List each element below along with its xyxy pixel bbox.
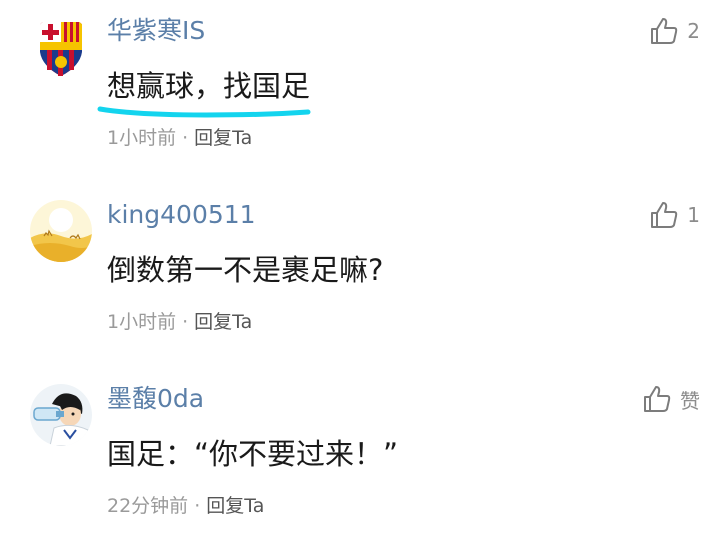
like-button[interactable]: 2 xyxy=(649,14,700,48)
fc-barcelona-crest-icon xyxy=(30,16,92,78)
meta-separator: · xyxy=(182,311,189,333)
highlight-underline-mark xyxy=(97,106,311,118)
like-count: 1 xyxy=(687,203,700,227)
comment-item: 墨馥0da 国足：“你不要过来！” 22分钟前 · 回复Ta 赞 xyxy=(0,368,720,552)
comment-meta: 1小时前 · 回复Ta xyxy=(107,309,252,335)
cartoon-boy-avatar-icon xyxy=(30,384,92,446)
reply-button[interactable]: 回复Ta xyxy=(194,311,252,333)
desert-camel-avatar-icon xyxy=(30,200,92,262)
comment-text: 国足：“你不要过来！” xyxy=(107,437,399,471)
comment-text: 倒数第一不是裹足嘛? xyxy=(107,253,384,287)
thumbs-up-icon xyxy=(651,18,678,44)
comment-time: 1小时前 xyxy=(107,311,177,333)
thumbs-up-icon xyxy=(651,202,678,228)
comment-meta: 22分钟前 · 回复Ta xyxy=(107,493,264,519)
username[interactable]: 墨馥0da xyxy=(107,382,204,416)
like-button[interactable]: 1 xyxy=(649,198,700,232)
comment-list: 华紫寒IS 想赢球，找国足 1小时前 · 回复Ta 2 king400511 倒… xyxy=(0,0,720,552)
like-count: 2 xyxy=(687,19,700,43)
reply-button[interactable]: 回复Ta xyxy=(206,495,264,517)
comment-time: 22分钟前 xyxy=(107,495,189,517)
meta-separator: · xyxy=(194,495,201,517)
username[interactable]: king400511 xyxy=(107,198,256,232)
comment-time: 1小时前 xyxy=(107,127,177,149)
like-button[interactable]: 赞 xyxy=(642,382,700,416)
reply-button[interactable]: 回复Ta xyxy=(194,127,252,149)
avatar[interactable] xyxy=(30,384,92,446)
username[interactable]: 华紫寒IS xyxy=(107,14,205,48)
comment-item: 华紫寒IS 想赢球，找国足 1小时前 · 回复Ta 2 xyxy=(0,0,720,184)
comment-item: king400511 倒数第一不是裹足嘛? 1小时前 · 回复Ta 1 xyxy=(0,184,720,368)
avatar[interactable] xyxy=(30,16,92,78)
meta-separator: · xyxy=(182,127,189,149)
comment-text: 想赢球，找国足 xyxy=(107,69,311,103)
comment-meta: 1小时前 · 回复Ta xyxy=(107,125,252,151)
thumbs-up-icon xyxy=(644,386,671,412)
avatar[interactable] xyxy=(30,200,92,262)
like-count: 赞 xyxy=(680,388,700,413)
